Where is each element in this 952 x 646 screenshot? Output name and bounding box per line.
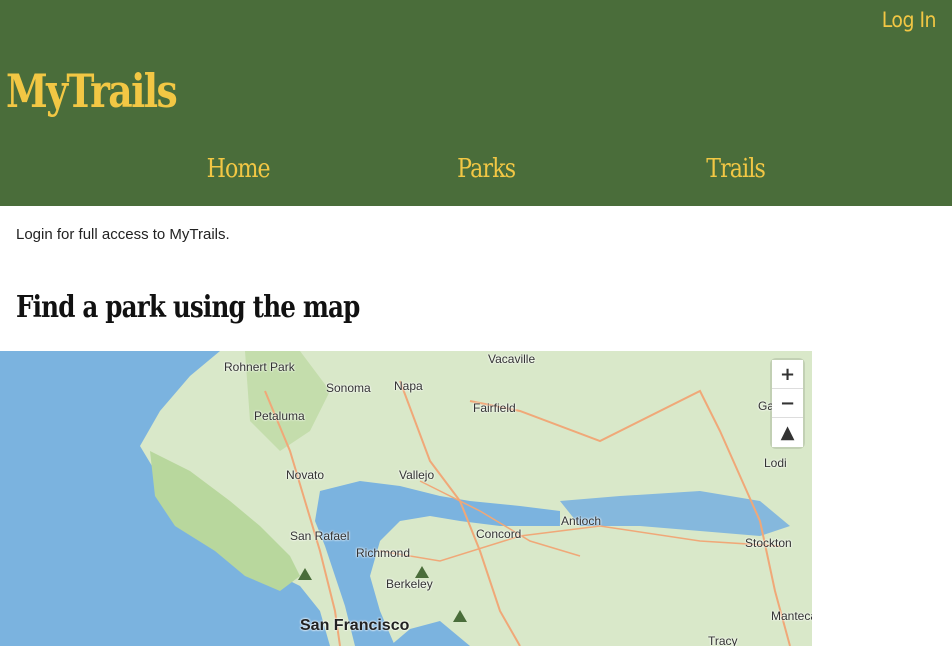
map-label-lodi: Lodi <box>764 456 787 470</box>
map-label-petaluma: Petaluma <box>254 409 305 423</box>
map-label-berkeley: Berkeley <box>386 577 433 591</box>
map-controls: + − ▲ <box>772 360 803 447</box>
map-label-antioch: Antioch <box>561 514 602 528</box>
zoom-out-button[interactable]: − <box>772 389 803 418</box>
map-label-tracy: Tracy <box>708 634 738 646</box>
map-label-napa: Napa <box>394 379 423 393</box>
site-header: Log In MyTrails Home Parks Trails <box>0 0 952 206</box>
map-label-sonoma: Sonoma <box>326 381 371 395</box>
main-nav: Home Parks Trails <box>0 150 952 196</box>
park-map[interactable]: Vacaville Rohnert Park Napa Sonoma Fairf… <box>0 351 812 646</box>
map-label-san-francisco: San Francisco <box>300 617 410 634</box>
map-label-manteca: Manteca <box>771 609 812 623</box>
map-background <box>140 351 812 646</box>
nav-trails[interactable]: Trails <box>706 154 766 184</box>
zoom-in-button[interactable]: + <box>772 360 803 389</box>
park-marker[interactable] <box>415 566 429 578</box>
login-link[interactable]: Log In <box>882 8 937 32</box>
park-marker[interactable] <box>298 568 312 580</box>
map-label-vallejo: Vallejo <box>399 468 435 482</box>
nav-parks[interactable]: Parks <box>457 154 516 184</box>
site-logo[interactable]: MyTrails <box>6 64 178 118</box>
map-label-stockton: Stockton <box>745 536 792 550</box>
reset-north-button[interactable]: ▲ <box>772 418 803 447</box>
map-label-concord: Concord <box>476 527 522 541</box>
map-label-fairfield: Fairfield <box>473 401 516 415</box>
map-label-vacaville: Vacaville <box>488 352 536 366</box>
page-title: Find a park using the map <box>16 290 360 325</box>
map-label-richmond: Richmond <box>356 546 411 560</box>
login-notice: Login for full access to MyTrails. <box>16 226 230 243</box>
nav-home[interactable]: Home <box>207 154 271 184</box>
map-label-rohnert-park: Rohnert Park <box>224 360 295 374</box>
map-label-novato: Novato <box>286 468 325 482</box>
park-marker[interactable] <box>453 610 467 622</box>
map-label-san-rafael: San Rafael <box>290 529 350 543</box>
